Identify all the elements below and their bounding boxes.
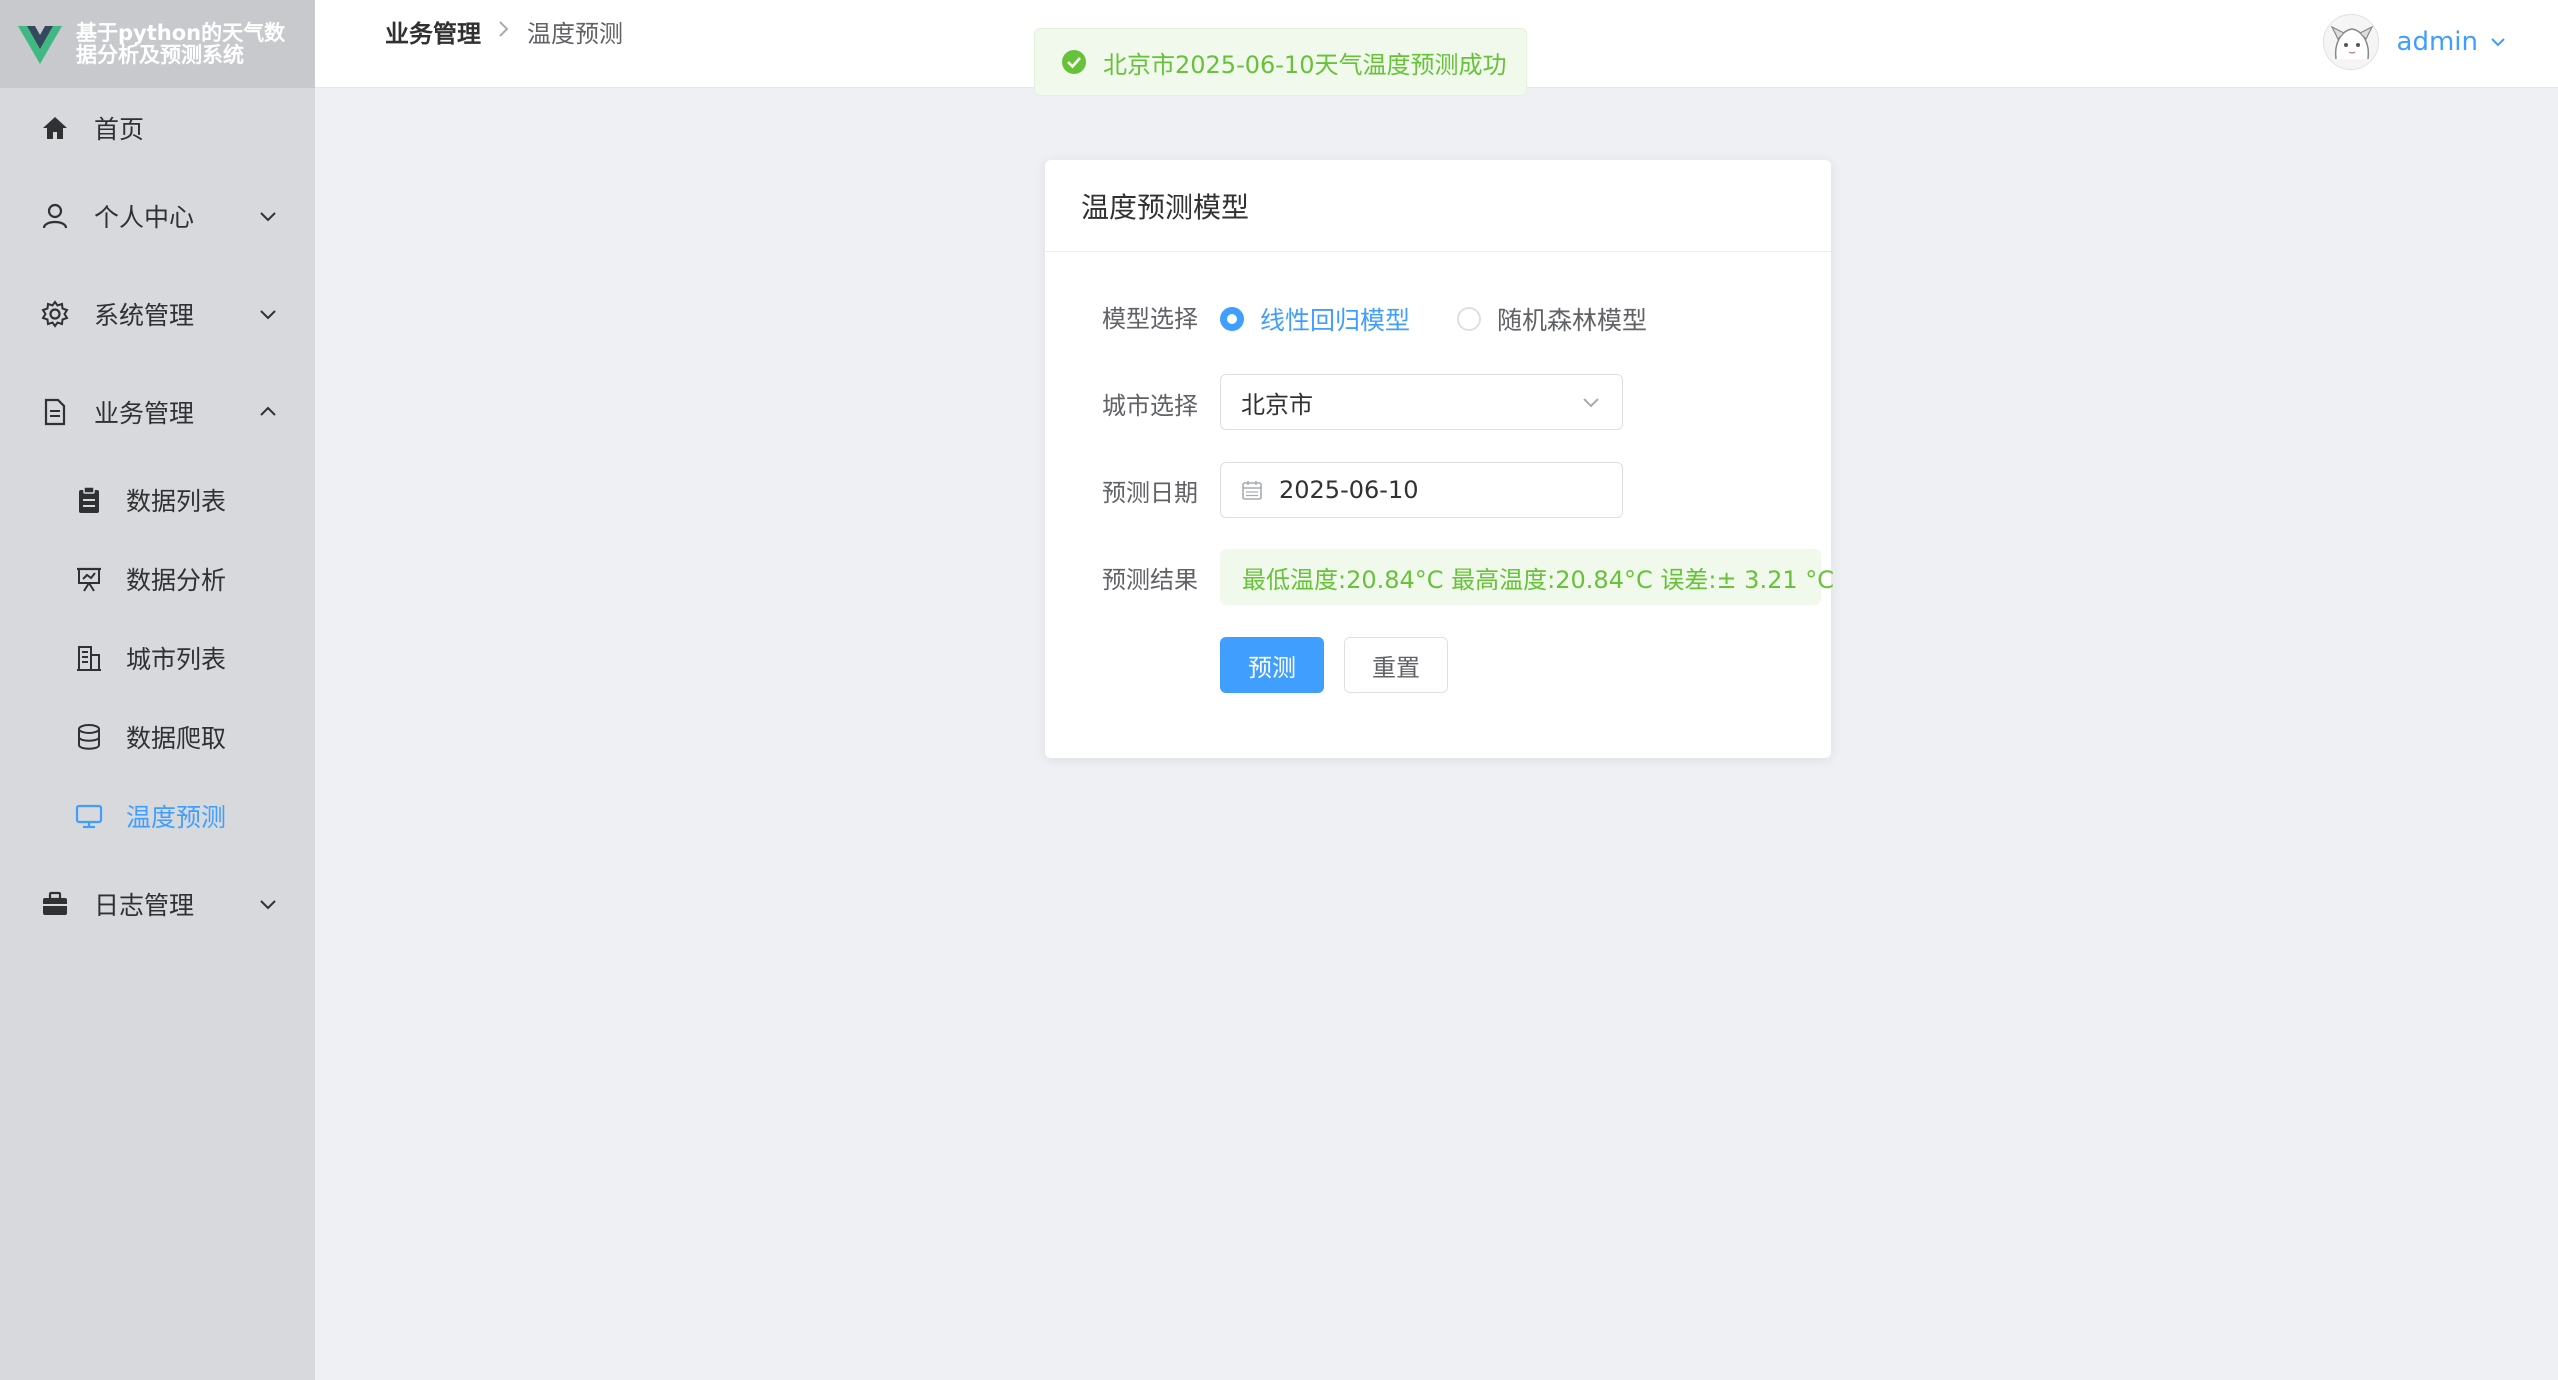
breadcrumb: 业务管理 温度预测 bbox=[385, 14, 623, 49]
user-icon bbox=[40, 201, 70, 231]
date-picker[interactable]: 2025-06-10 bbox=[1220, 462, 1623, 518]
sidebar-item-label: 数据爬取 bbox=[126, 724, 227, 753]
sidebar-item-data-list[interactable]: 数据列表 bbox=[0, 470, 315, 530]
office-building-icon bbox=[74, 643, 104, 673]
reset-button[interactable]: 重置 bbox=[1344, 637, 1448, 693]
card-title: 温度预测模型 bbox=[1081, 190, 1250, 224]
chevron-down-icon[interactable] bbox=[2488, 32, 2508, 52]
sidebar-item-label: 个人中心 bbox=[94, 203, 195, 232]
radio-linear-regression[interactable]: 线性回归模型 bbox=[1220, 301, 1410, 337]
sidebar-item-label: 温度预测 bbox=[126, 803, 227, 832]
app-title: 基于python的天气数 据分析及预测系统 bbox=[76, 22, 296, 66]
card-header: 温度预测模型 bbox=[1045, 160, 1831, 252]
briefcase-icon bbox=[40, 889, 70, 919]
document-icon bbox=[40, 397, 70, 427]
radio-label: 随机森林模型 bbox=[1497, 306, 1648, 335]
breadcrumb-separator-icon bbox=[497, 19, 511, 44]
sidebar-item-label: 城市列表 bbox=[126, 645, 227, 674]
app-title-line1: 基于python的天气数 bbox=[76, 21, 286, 45]
sidebar-item-data-analysis[interactable]: 数据分析 bbox=[0, 549, 315, 609]
sidebar-item-label: 日志管理 bbox=[94, 891, 195, 920]
radio-label: 线性回归模型 bbox=[1260, 306, 1411, 335]
vue-logo-icon bbox=[18, 26, 62, 64]
chevron-down-icon bbox=[260, 212, 276, 222]
sidebar-item-label: 数据分析 bbox=[126, 566, 227, 595]
sidebar-item-system[interactable]: 系统管理 bbox=[0, 284, 315, 344]
sidebar-item-business[interactable]: 业务管理 bbox=[0, 382, 315, 442]
chevron-down-icon bbox=[260, 310, 276, 320]
chevron-down-icon bbox=[260, 900, 276, 910]
calendar-icon bbox=[1242, 481, 1262, 500]
city-select-value: 北京市 bbox=[1241, 390, 1313, 419]
breadcrumb-item-current: 温度预测 bbox=[527, 20, 623, 48]
sidebar-item-label: 业务管理 bbox=[94, 399, 195, 428]
sidebar-item-label: 首页 bbox=[94, 115, 145, 144]
radio-checked-icon bbox=[1220, 307, 1244, 331]
sidebar-item-label: 数据列表 bbox=[126, 487, 227, 516]
chevron-up-icon bbox=[260, 406, 276, 416]
logo-bar: 基于python的天气数 据分析及预测系统 bbox=[0, 0, 315, 88]
sidebar-item-logs[interactable]: 日志管理 bbox=[0, 874, 315, 934]
predict-button[interactable]: 预测 bbox=[1220, 637, 1324, 693]
radio-unchecked-icon bbox=[1457, 307, 1481, 331]
result-display: 最低温度:20.84°C 最高温度:20.84°C 误差:± 3.21 °C bbox=[1220, 549, 1834, 605]
city-select[interactable]: 北京市 bbox=[1220, 374, 1623, 430]
forecast-card: 温度预测模型 模型选择 线性回归模型 随机森林模型 城市选择 北京市 预测日期 … bbox=[1045, 160, 1834, 758]
sidebar-item-temperature-forecast[interactable]: 温度预测 bbox=[0, 786, 315, 846]
user-menu[interactable]: admin bbox=[2322, 14, 2508, 70]
sidebar-item-home[interactable]: 首页 bbox=[0, 98, 315, 158]
database-icon bbox=[74, 722, 104, 752]
date-value: 2025-06-10 bbox=[1279, 476, 1419, 504]
sidebar-item-city-list[interactable]: 城市列表 bbox=[0, 628, 315, 688]
sidebar-item-data-crawl[interactable]: 数据爬取 bbox=[0, 707, 315, 767]
success-toast: 北京市2025-06-10天气温度预测成功 bbox=[1034, 28, 1527, 96]
sidebar-item-label: 系统管理 bbox=[94, 301, 195, 330]
presentation-icon bbox=[74, 564, 104, 594]
chevron-down-icon bbox=[1583, 398, 1599, 408]
app-title-line2: 据分析及预测系统 bbox=[76, 43, 244, 67]
clipboard-icon bbox=[74, 485, 104, 515]
sidebar: 基于python的天气数 据分析及预测系统 首页 个人中心 系统管理 业务管理 bbox=[0, 0, 315, 1380]
home-icon bbox=[40, 113, 70, 143]
gear-icon bbox=[40, 299, 70, 329]
radio-random-forest[interactable]: 随机森林模型 bbox=[1457, 301, 1647, 337]
check-circle-icon bbox=[1062, 50, 1086, 74]
avatar[interactable] bbox=[2322, 14, 2379, 70]
sidebar-item-profile[interactable]: 个人中心 bbox=[0, 186, 315, 246]
toast-message: 北京市2025-06-10天气温度预测成功 bbox=[1103, 50, 1507, 79]
breadcrumb-item-business[interactable]: 业务管理 bbox=[385, 14, 481, 49]
username[interactable]: admin bbox=[2397, 27, 2478, 57]
monitor-icon bbox=[74, 801, 104, 831]
result-value: 最低温度:20.84°C 最高温度:20.84°C 误差:± 3.21 °C bbox=[1242, 565, 1835, 594]
